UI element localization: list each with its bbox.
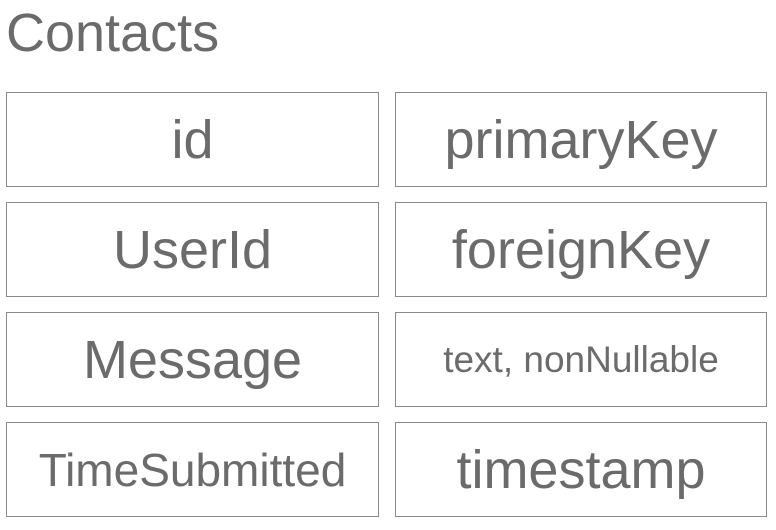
field-type-cell: timestamp (395, 422, 767, 517)
field-type-cell: text, nonNullable (395, 312, 767, 407)
field-type-cell: foreignKey (395, 202, 767, 297)
field-name-cell: Message (6, 312, 379, 407)
table-title: Contacts (6, 3, 220, 63)
field-name-cell: id (6, 92, 379, 187)
field-name-cell: TimeSubmitted (6, 422, 379, 517)
field-type-cell: primaryKey (395, 92, 767, 187)
field-name-cell: UserId (6, 202, 379, 297)
